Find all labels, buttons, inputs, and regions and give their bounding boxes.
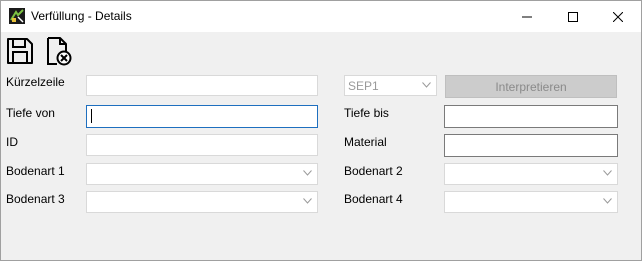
bodenart4-label: Bodenart 4 <box>344 192 403 206</box>
interpret-button[interactable]: Interpretieren <box>445 75 617 98</box>
chevron-down-icon <box>303 198 312 204</box>
minimize-icon <box>522 16 532 17</box>
bodenart2-label: Bodenart 2 <box>344 164 403 178</box>
document-cancel-icon <box>47 37 72 66</box>
chevron-down-icon <box>603 198 612 204</box>
chevron-down-icon <box>603 170 612 176</box>
toolbar <box>1 32 641 68</box>
tiefe-von-input[interactable] <box>86 105 318 128</box>
id-label: ID <box>6 135 18 149</box>
discard-button[interactable] <box>42 35 74 67</box>
tiefe-bis-label: Tiefe bis <box>344 106 389 120</box>
id-input[interactable] <box>86 134 318 156</box>
format-select[interactable]: SEP1 <box>344 75 437 96</box>
chevron-down-icon <box>422 82 431 88</box>
bodenart2-select[interactable] <box>444 163 618 185</box>
minimize-button[interactable] <box>504 1 550 32</box>
bodenart3-label: Bodenart 3 <box>6 192 65 206</box>
save-button[interactable] <box>4 35 36 67</box>
close-icon <box>613 11 623 22</box>
kurzelzeile-label: Kürzelzeile <box>6 75 65 89</box>
kurzelzeile-input[interactable] <box>86 75 318 96</box>
format-select-value: SEP1 <box>348 79 379 93</box>
window-title: Verfüllung - Details <box>31 9 132 23</box>
maximize-button[interactable] <box>550 1 596 32</box>
maximize-icon <box>568 11 578 22</box>
chevron-down-icon <box>303 170 312 176</box>
bodenart4-select[interactable] <box>444 191 618 213</box>
app-icon <box>9 8 25 24</box>
tiefe-von-label: Tiefe von <box>6 106 55 120</box>
details-window: Verfüllung - Details Kürzelzeile SEP1 In… <box>0 0 642 261</box>
tiefe-bis-input[interactable] <box>444 105 618 128</box>
bodenart1-label: Bodenart 1 <box>6 164 65 178</box>
material-label: Material <box>344 135 387 149</box>
material-input[interactable] <box>444 134 618 157</box>
floppy-disk-icon <box>7 38 33 64</box>
title-bar[interactable]: Verfüllung - Details <box>1 1 641 32</box>
bodenart3-select[interactable] <box>86 191 318 213</box>
bodenart1-select[interactable] <box>86 163 318 185</box>
text-caret <box>91 109 92 123</box>
close-button[interactable] <box>595 1 641 32</box>
